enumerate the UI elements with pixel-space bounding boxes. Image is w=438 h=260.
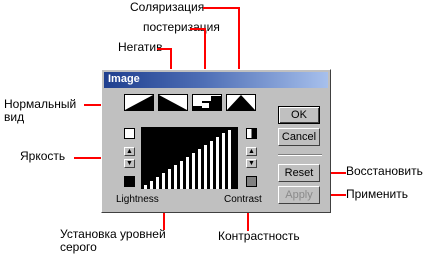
brightness-down-button[interactable]: ▼: [124, 159, 135, 168]
gray-levels-bars: [144, 130, 231, 189]
contrast-up-button[interactable]: ▲: [246, 147, 257, 156]
lightness-label: Lightness: [116, 194, 159, 205]
cancel-button[interactable]: Cancel: [278, 128, 320, 146]
callout-apply: Применить: [346, 187, 409, 201]
reset-button[interactable]: Reset: [278, 164, 320, 182]
callout-restore: Восстановить: [346, 164, 423, 178]
button-separator: [278, 154, 322, 156]
title-bar: Image: [104, 72, 328, 88]
callout-gray-levels: Установка уровней серого: [60, 227, 166, 254]
callout-brightness: Яркость: [20, 149, 66, 163]
solarize-button[interactable]: [226, 94, 256, 111]
ok-button[interactable]: OK: [278, 106, 320, 124]
callout-negative: Негатив: [118, 40, 163, 54]
contrast-gray-swatch: [246, 176, 257, 187]
dialog-title: Image: [108, 73, 140, 85]
callout-contrast: Контрастность: [218, 229, 300, 243]
callout-posterize: постеризация: [143, 20, 220, 34]
contrast-label: Contrast: [224, 194, 262, 205]
solarize-icon: [227, 95, 255, 110]
normal-view-button[interactable]: [124, 94, 154, 111]
image-dialog: Image ▲ ▼ ▲ ▼ Lightness Contrast OK Canc…: [101, 69, 331, 213]
gray-levels-graph[interactable]: [141, 127, 238, 189]
callout-solarize: Соляризация: [130, 0, 205, 14]
line-solarize-h: [203, 7, 239, 9]
negative-button[interactable]: [158, 94, 188, 111]
line-negative-h: [157, 48, 171, 50]
negative-icon: [159, 95, 187, 110]
normal-view-icon: [125, 95, 153, 110]
posterize-icon: [193, 96, 221, 110]
contrast-down-button[interactable]: ▼: [246, 159, 257, 168]
line-posterize-h: [190, 28, 205, 30]
callout-normal-view: Нормальный вид: [4, 97, 77, 124]
brightness-black-swatch: [124, 176, 135, 187]
brightness-white-swatch: [124, 128, 135, 139]
posterize-button[interactable]: [192, 94, 222, 111]
brightness-up-button[interactable]: ▲: [124, 147, 135, 156]
contrast-top-swatch: [246, 128, 257, 139]
apply-button[interactable]: Apply: [278, 186, 320, 204]
